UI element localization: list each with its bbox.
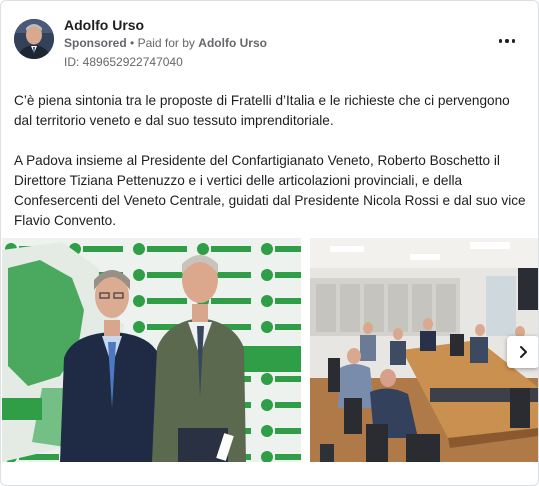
- photo-meeting-room-image: [310, 238, 538, 462]
- avatar-portrait: [14, 19, 54, 59]
- sponsored-line: Sponsored • Paid for by Adolfo Urso: [64, 36, 267, 50]
- ad-card: Adolfo Urso Sponsored • Paid for by Adol…: [0, 0, 539, 486]
- meta-separator: •: [130, 36, 135, 50]
- more-options-button[interactable]: [495, 31, 519, 51]
- photo-two-men-image: [2, 238, 301, 462]
- page-name[interactable]: Adolfo Urso: [64, 17, 144, 33]
- more-options-icon: [498, 39, 516, 43]
- photo-two-men[interactable]: [2, 238, 301, 462]
- post-paragraph: A Padova insieme al Presidente del Confa…: [14, 153, 526, 228]
- post-paragraph: C’è piena sintonia tra le proposte di Fr…: [14, 93, 510, 128]
- post-text: C’è piena sintonia tra le proposte di Fr…: [14, 91, 530, 231]
- avatar[interactable]: [14, 19, 54, 59]
- carousel-next-button[interactable]: [507, 336, 538, 368]
- paid-for-label: Paid for by: [137, 36, 195, 50]
- ad-id: ID: 489652922747040: [64, 55, 183, 69]
- photo-meeting-room[interactable]: [310, 238, 538, 462]
- chevron-right-icon: [520, 346, 527, 358]
- payer-name[interactable]: Adolfo Urso: [198, 36, 267, 50]
- sponsored-label: Sponsored: [64, 36, 127, 50]
